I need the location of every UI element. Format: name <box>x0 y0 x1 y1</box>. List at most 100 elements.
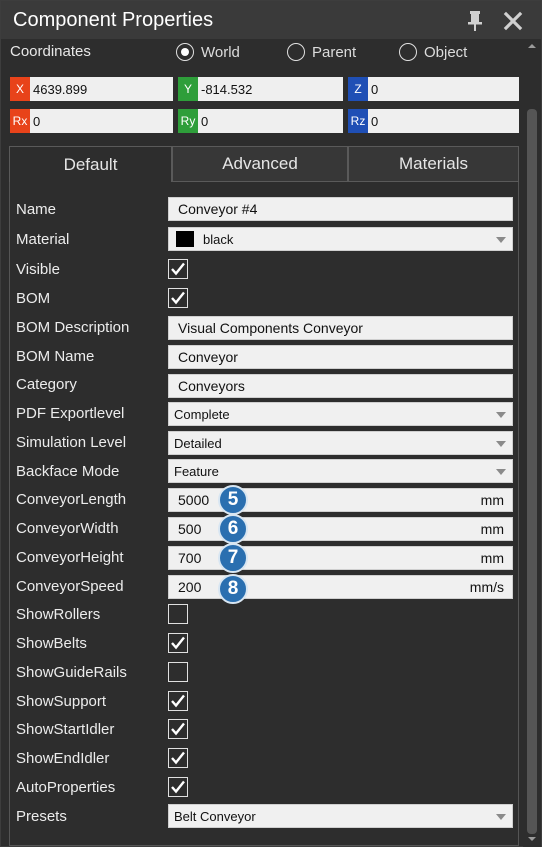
category-input[interactable]: Conveyors <box>168 374 513 398</box>
callout-badge: 8 <box>218 574 248 604</box>
checkmark-icon <box>171 780 185 794</box>
material-color-swatch <box>176 231 194 247</box>
pin-icon[interactable] <box>464 9 486 33</box>
conveyor-height-label: ConveyorHeight <box>16 549 124 566</box>
show-belts-checkbox[interactable] <box>168 633 188 653</box>
presets-value: Belt Conveyor <box>174 808 256 824</box>
simulation-level-label: Simulation Level <box>16 434 127 451</box>
conveyor-width-unit: mm <box>480 521 504 537</box>
tab-default[interactable]: Default <box>9 146 172 182</box>
show-rollers-checkbox[interactable] <box>168 604 188 624</box>
conveyor-speed-value: 200 <box>178 579 202 595</box>
conveyor-height-value: 700 <box>178 550 202 566</box>
checkmark-icon <box>171 262 185 276</box>
show-rollers-label: ShowRollers <box>16 606 101 623</box>
show-start-idler-label: ShowStartIdler <box>16 721 115 738</box>
checkmark-icon <box>171 722 185 736</box>
chevron-down-icon <box>496 237 506 243</box>
chevron-down-icon <box>496 814 506 820</box>
conveyor-length-unit: mm <box>480 492 504 508</box>
radio-parent-circle[interactable] <box>287 43 305 61</box>
callout-badge: 6 <box>218 514 248 544</box>
bom-label: BOM <box>16 290 51 307</box>
callout-badge: 5 <box>218 485 248 515</box>
component-properties-panel: Component Properties Coordinates World P… <box>0 0 542 847</box>
conveyor-width-value: 500 <box>178 521 202 537</box>
x-field[interactable]: X 4639.899 <box>10 77 173 101</box>
chevron-down-icon <box>496 469 506 475</box>
radio-world[interactable]: World <box>176 42 240 62</box>
name-label: Name <box>16 201 57 218</box>
simulation-level-select[interactable]: Detailed <box>168 431 513 455</box>
simulation-level-value: Detailed <box>174 435 222 451</box>
y-field[interactable]: Y -814.532 <box>178 77 343 101</box>
scrollbar-thumb[interactable] <box>527 109 537 834</box>
backface-mode-label: Backface Mode <box>16 463 120 480</box>
conveyor-length-label: ConveyorLength <box>16 491 127 508</box>
material-value: black <box>203 231 234 247</box>
rx-field[interactable]: Rx 0 <box>10 109 173 133</box>
auto-properties-checkbox[interactable] <box>168 777 188 797</box>
radio-world-circle[interactable] <box>176 43 194 61</box>
window-title: Component Properties <box>13 9 214 31</box>
x-tag: X <box>10 77 30 101</box>
scroll-up-arrow-icon[interactable] <box>527 41 537 51</box>
checkmark-icon <box>171 636 185 650</box>
show-end-idler-checkbox[interactable] <box>168 748 188 768</box>
rx-tag: Rx <box>10 109 30 133</box>
rz-value: 0 <box>371 113 379 129</box>
checkmark-icon <box>171 751 185 765</box>
show-guide-rails-label: ShowGuideRails <box>16 664 127 681</box>
tab-materials[interactable]: Materials <box>348 146 519 182</box>
coordinates-label: Coordinates <box>10 43 91 60</box>
presets-select[interactable]: Belt Conveyor <box>168 804 513 828</box>
show-end-idler-label: ShowEndIdler <box>16 750 110 767</box>
bom-description-input[interactable]: Visual Components Conveyor <box>168 316 513 340</box>
show-start-idler-checkbox[interactable] <box>168 719 188 739</box>
rx-value: 0 <box>33 113 41 129</box>
conveyor-speed-label: ConveyorSpeed <box>16 578 124 595</box>
visible-checkbox[interactable] <box>168 259 188 279</box>
checkmark-icon <box>171 694 185 708</box>
show-support-label: ShowSupport <box>16 693 107 710</box>
conveyor-width-label: ConveyorWidth <box>16 520 119 537</box>
ry-tag: Ry <box>178 109 198 133</box>
rz-field[interactable]: Rz 0 <box>348 109 519 133</box>
bom-name-input[interactable]: Conveyor <box>168 345 513 369</box>
radio-object[interactable]: Object <box>399 42 467 62</box>
vertical-scrollbar[interactable] <box>523 39 541 847</box>
chevron-down-icon <box>496 441 506 447</box>
ry-field[interactable]: Ry 0 <box>178 109 343 133</box>
category-label: Category <box>16 376 77 393</box>
radio-world-label: World <box>201 43 240 61</box>
radio-object-label: Object <box>424 43 468 61</box>
z-field[interactable]: Z 0 <box>348 77 519 101</box>
material-label: Material <box>16 231 70 248</box>
conveyor-height-unit: mm <box>480 550 504 566</box>
conveyor-length-value: 5000 <box>178 492 210 508</box>
tab-advanced[interactable]: Advanced <box>172 146 348 182</box>
auto-properties-label: AutoProperties <box>16 779 116 796</box>
conveyor-speed-unit: mm/s <box>469 579 504 595</box>
show-support-checkbox[interactable] <box>168 691 188 711</box>
bom-checkbox[interactable] <box>168 288 188 308</box>
y-value: -814.532 <box>201 81 253 97</box>
close-icon[interactable] <box>501 9 525 33</box>
radio-object-circle[interactable] <box>399 43 417 61</box>
pdf-exportlevel-select[interactable]: Complete <box>168 402 513 426</box>
scroll-down-arrow-icon[interactable] <box>527 834 537 844</box>
name-input[interactable]: Conveyor #4 <box>168 197 513 221</box>
bom-name-label: BOM Name <box>16 348 95 365</box>
show-belts-label: ShowBelts <box>16 635 87 652</box>
y-tag: Y <box>178 77 198 101</box>
backface-mode-value: Feature <box>174 463 219 479</box>
radio-parent-label: Parent <box>312 43 357 61</box>
backface-mode-select[interactable]: Feature <box>168 459 513 483</box>
pdf-exportlevel-label: PDF Exportlevel <box>16 405 125 422</box>
material-select[interactable]: black <box>168 227 513 251</box>
bom-description-label: BOM Description <box>16 319 130 336</box>
radio-parent[interactable]: Parent <box>287 42 356 62</box>
checkmark-icon <box>171 291 185 305</box>
show-guide-rails-checkbox[interactable] <box>168 662 188 682</box>
title-bar: Component Properties <box>1 1 541 39</box>
